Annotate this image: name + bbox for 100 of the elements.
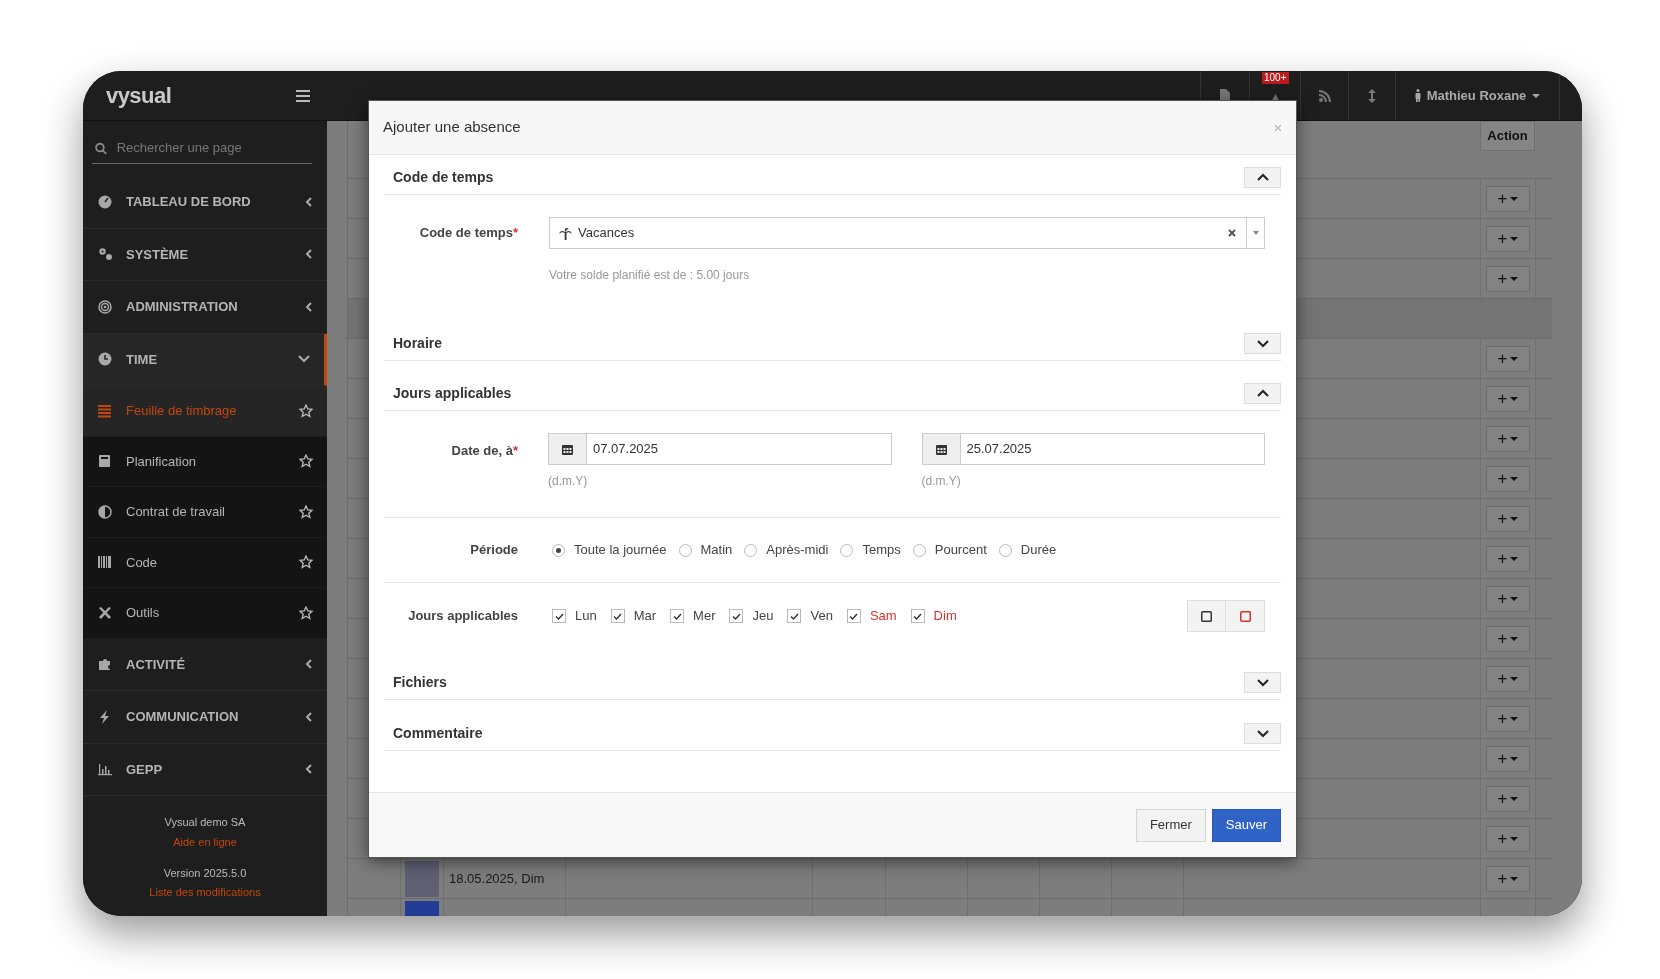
add-menu-button[interactable]: + (1486, 225, 1530, 252)
section-title: Commentaire (393, 724, 483, 743)
clear-icon[interactable] (1228, 229, 1236, 237)
add-menu-button[interactable]: + (1486, 185, 1530, 212)
chevron-down-icon (1256, 729, 1269, 738)
search-field[interactable]: Rechercher une page (116, 138, 309, 158)
add-menu-button[interactable]: + (1486, 265, 1530, 292)
star-icon[interactable] (299, 504, 313, 519)
sidebar-page-item[interactable]: Planification (83, 436, 327, 487)
save-button[interactable]: Sauver (1211, 808, 1281, 842)
clock-icon (98, 352, 112, 367)
date-field[interactable]: 25.07.2025 (921, 433, 1265, 465)
checkbox-option[interactable]: Jeu (729, 606, 774, 626)
expand-button[interactable] (1244, 723, 1281, 744)
section-title: Code de temps (393, 168, 494, 187)
star-icon[interactable] (299, 555, 313, 570)
dialog-title: Ajouter une absence (383, 117, 521, 138)
chevron-left-icon (305, 659, 313, 670)
select-field[interactable]: Vacances (549, 217, 1265, 249)
caret-icon (1510, 556, 1519, 561)
radio-option[interactable]: Après-midi (744, 540, 829, 560)
checkbox-option[interactable]: Mer (670, 606, 716, 626)
notification-badge: 100+ (1262, 72, 1289, 84)
caret-icon (1510, 516, 1519, 521)
caret-icon (1510, 476, 1519, 481)
add-menu-button[interactable]: + (1486, 825, 1530, 852)
checkbox-option[interactable]: Ven (787, 606, 833, 626)
add-menu-button[interactable]: + (1486, 745, 1530, 772)
sidebar-page-item[interactable]: Code (83, 537, 327, 588)
date-field[interactable]: 07.07.2025 (548, 433, 892, 465)
sidebar-page-item[interactable]: Contrat de travail (83, 487, 327, 538)
caret-icon (1510, 756, 1519, 761)
star-icon[interactable] (299, 454, 313, 469)
checkbox-option[interactable]: Mar (610, 606, 657, 626)
vertical-arrows-icon[interactable] (1368, 88, 1376, 103)
radio-option[interactable]: Pourcent (912, 540, 987, 560)
caret-icon (1510, 396, 1519, 401)
expand-button[interactable] (1244, 672, 1281, 693)
section-title: Horaire (393, 334, 443, 353)
field-label: Date de, à* (450, 442, 518, 460)
collapse-button[interactable] (1244, 167, 1281, 188)
rss-icon[interactable] (1318, 89, 1331, 102)
caret-icon (1510, 716, 1519, 721)
checkbox-option[interactable]: Lun (552, 606, 597, 626)
radio-option[interactable]: Matin (678, 540, 733, 560)
add-menu-button[interactable]: + (1486, 545, 1530, 572)
check-icon (913, 612, 923, 620)
chevron-down-icon (298, 354, 310, 365)
person-icon (1414, 89, 1421, 102)
check-icon (789, 612, 799, 620)
sidebar-section-item[interactable]: TIME (83, 333, 327, 386)
user-menu-button[interactable]: Mathieu Roxane (1414, 85, 1541, 106)
radio-option[interactable]: Durée (998, 540, 1057, 560)
add-menu-button[interactable]: + (1486, 505, 1530, 532)
uncheck-all-button[interactable] (1187, 600, 1226, 632)
menu-icon[interactable] (296, 89, 310, 102)
check-icon (554, 612, 564, 620)
add-menu-button[interactable]: + (1486, 385, 1530, 412)
chevron-down-icon (1256, 339, 1269, 348)
add-menu-button[interactable]: + (1486, 705, 1530, 732)
bolt-icon (98, 709, 112, 724)
caret-icon (1532, 93, 1541, 98)
square-icon (1239, 610, 1251, 622)
logo: vysual (106, 82, 172, 110)
close-button[interactable]: Fermer (1135, 808, 1206, 842)
collapse-button[interactable] (1244, 383, 1281, 404)
add-menu-button[interactable]: + (1486, 785, 1530, 812)
radio-option[interactable]: Toute la journée (552, 540, 667, 560)
check-icon (849, 612, 859, 620)
hint-text: Votre solde planifié est de : 5.00 jours (549, 267, 751, 282)
section-title: Fichiers (393, 673, 447, 692)
check-icon (613, 612, 623, 620)
add-menu-button[interactable]: + (1486, 465, 1530, 492)
field-label: Jours applicables (407, 607, 518, 626)
star-icon[interactable] (299, 605, 313, 620)
calendar-icon (935, 443, 947, 455)
checkbox-option[interactable]: Sam (846, 606, 897, 626)
sidebar-page-item[interactable]: Outils (83, 588, 327, 639)
uncheck-weekend-button[interactable] (1226, 600, 1265, 632)
caret-icon (1510, 596, 1519, 601)
add-menu-button[interactable]: + (1486, 345, 1530, 372)
chevron-left-icon (305, 764, 313, 775)
add-menu-button[interactable]: + (1486, 865, 1530, 892)
add-menu-button[interactable]: + (1486, 585, 1530, 612)
chevron-left-icon (305, 301, 313, 312)
expand-button[interactable] (1244, 333, 1281, 354)
checkbox-option[interactable]: Dim (910, 606, 957, 626)
bar-chart-icon (98, 762, 112, 777)
caret-icon (1510, 636, 1519, 641)
add-menu-button[interactable]: + (1486, 425, 1530, 452)
caret-icon (1252, 231, 1259, 235)
add-menu-button[interactable]: + (1486, 625, 1530, 652)
caret-icon (1510, 676, 1519, 681)
add-menu-button[interactable]: + (1486, 665, 1530, 692)
radio-option[interactable]: Temps (840, 540, 901, 560)
caret-icon (1510, 836, 1519, 841)
chevron-left-icon (305, 249, 313, 260)
star-icon[interactable] (299, 403, 313, 418)
chevron-down-icon (1256, 678, 1269, 687)
puzzle-icon (98, 657, 112, 672)
